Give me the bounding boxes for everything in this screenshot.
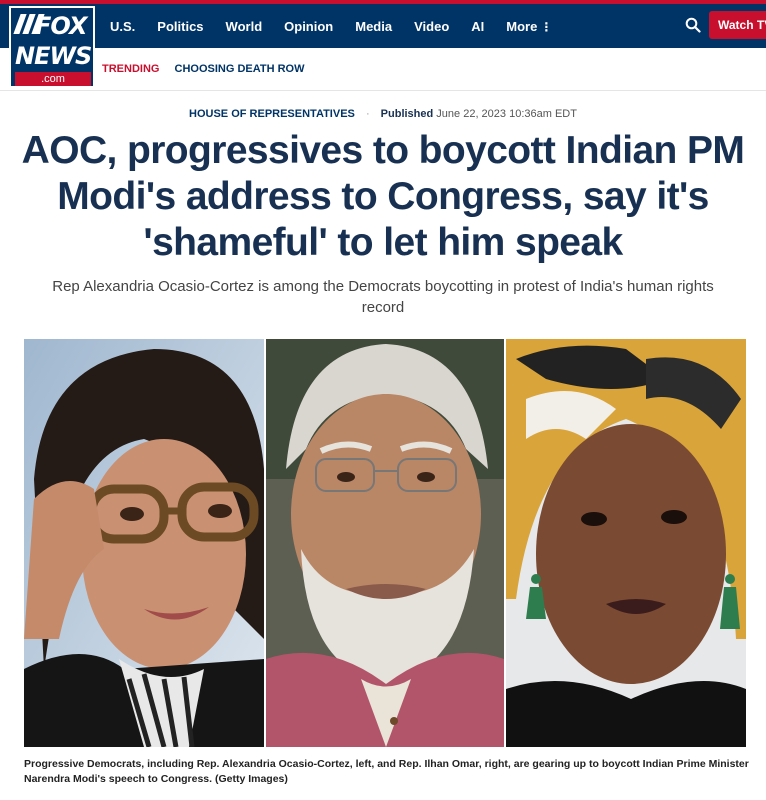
published-label: Published bbox=[380, 108, 434, 120]
fox-news-logo[interactable]: FOX NEWS .com bbox=[9, 6, 95, 88]
headline-line: AOC, progressives to boycott Indian PM bbox=[21, 129, 745, 172]
photo-panel-right bbox=[506, 339, 746, 747]
trending-bar: TRENDING CHOOSING DEATH ROW bbox=[102, 63, 304, 75]
logo-text-fox: FOX bbox=[35, 12, 87, 40]
logo-text-domain: .com bbox=[15, 72, 91, 86]
trending-label: TRENDING bbox=[102, 63, 160, 75]
article-headline: AOC, progressives to boycott Indian PM M… bbox=[20, 128, 746, 266]
lead-image[interactable] bbox=[24, 339, 746, 747]
photo-panel-center bbox=[266, 339, 504, 747]
nav-item-ai[interactable]: AI bbox=[471, 19, 484, 34]
nav-item-politics[interactable]: Politics bbox=[157, 19, 203, 34]
nav-item-more[interactable]: More ⋮ bbox=[506, 19, 552, 34]
search-icon[interactable] bbox=[685, 17, 701, 33]
image-caption: Progressive Democrats, including Rep. Al… bbox=[24, 758, 749, 785]
headline-line: Modi's address to Congress, say it's bbox=[57, 175, 709, 218]
nav-item-us[interactable]: U.S. bbox=[110, 19, 135, 34]
nav-item-opinion[interactable]: Opinion bbox=[284, 19, 333, 34]
article-meta: HOUSE OF REPRESENTATIVES · Published Jun… bbox=[0, 108, 766, 120]
nav-more-label: More bbox=[506, 18, 538, 34]
nav-item-world[interactable]: World bbox=[226, 19, 263, 34]
article-subheadline: Rep Alexandria Ocasio-Cortez is among th… bbox=[52, 278, 714, 316]
published-date: June 22, 2023 10:36am EDT bbox=[436, 108, 577, 120]
meta-separator: · bbox=[365, 108, 370, 120]
trending-topic-link[interactable]: CHOOSING DEATH ROW bbox=[175, 63, 305, 75]
photo-panel-left bbox=[24, 339, 264, 747]
vertical-dots-icon: ⋮ bbox=[540, 19, 553, 34]
logo-text-news: NEWS bbox=[15, 42, 92, 70]
main-nav: U.S. Politics World Opinion Media Video … bbox=[110, 4, 574, 48]
watch-tv-button[interactable]: Watch TV bbox=[709, 11, 766, 39]
header-divider bbox=[0, 90, 766, 91]
headline-line: 'shameful' to let him speak bbox=[143, 221, 623, 264]
nav-item-media[interactable]: Media bbox=[355, 19, 392, 34]
nav-item-video[interactable]: Video bbox=[414, 19, 449, 34]
section-link[interactable]: HOUSE OF REPRESENTATIVES bbox=[189, 108, 355, 120]
